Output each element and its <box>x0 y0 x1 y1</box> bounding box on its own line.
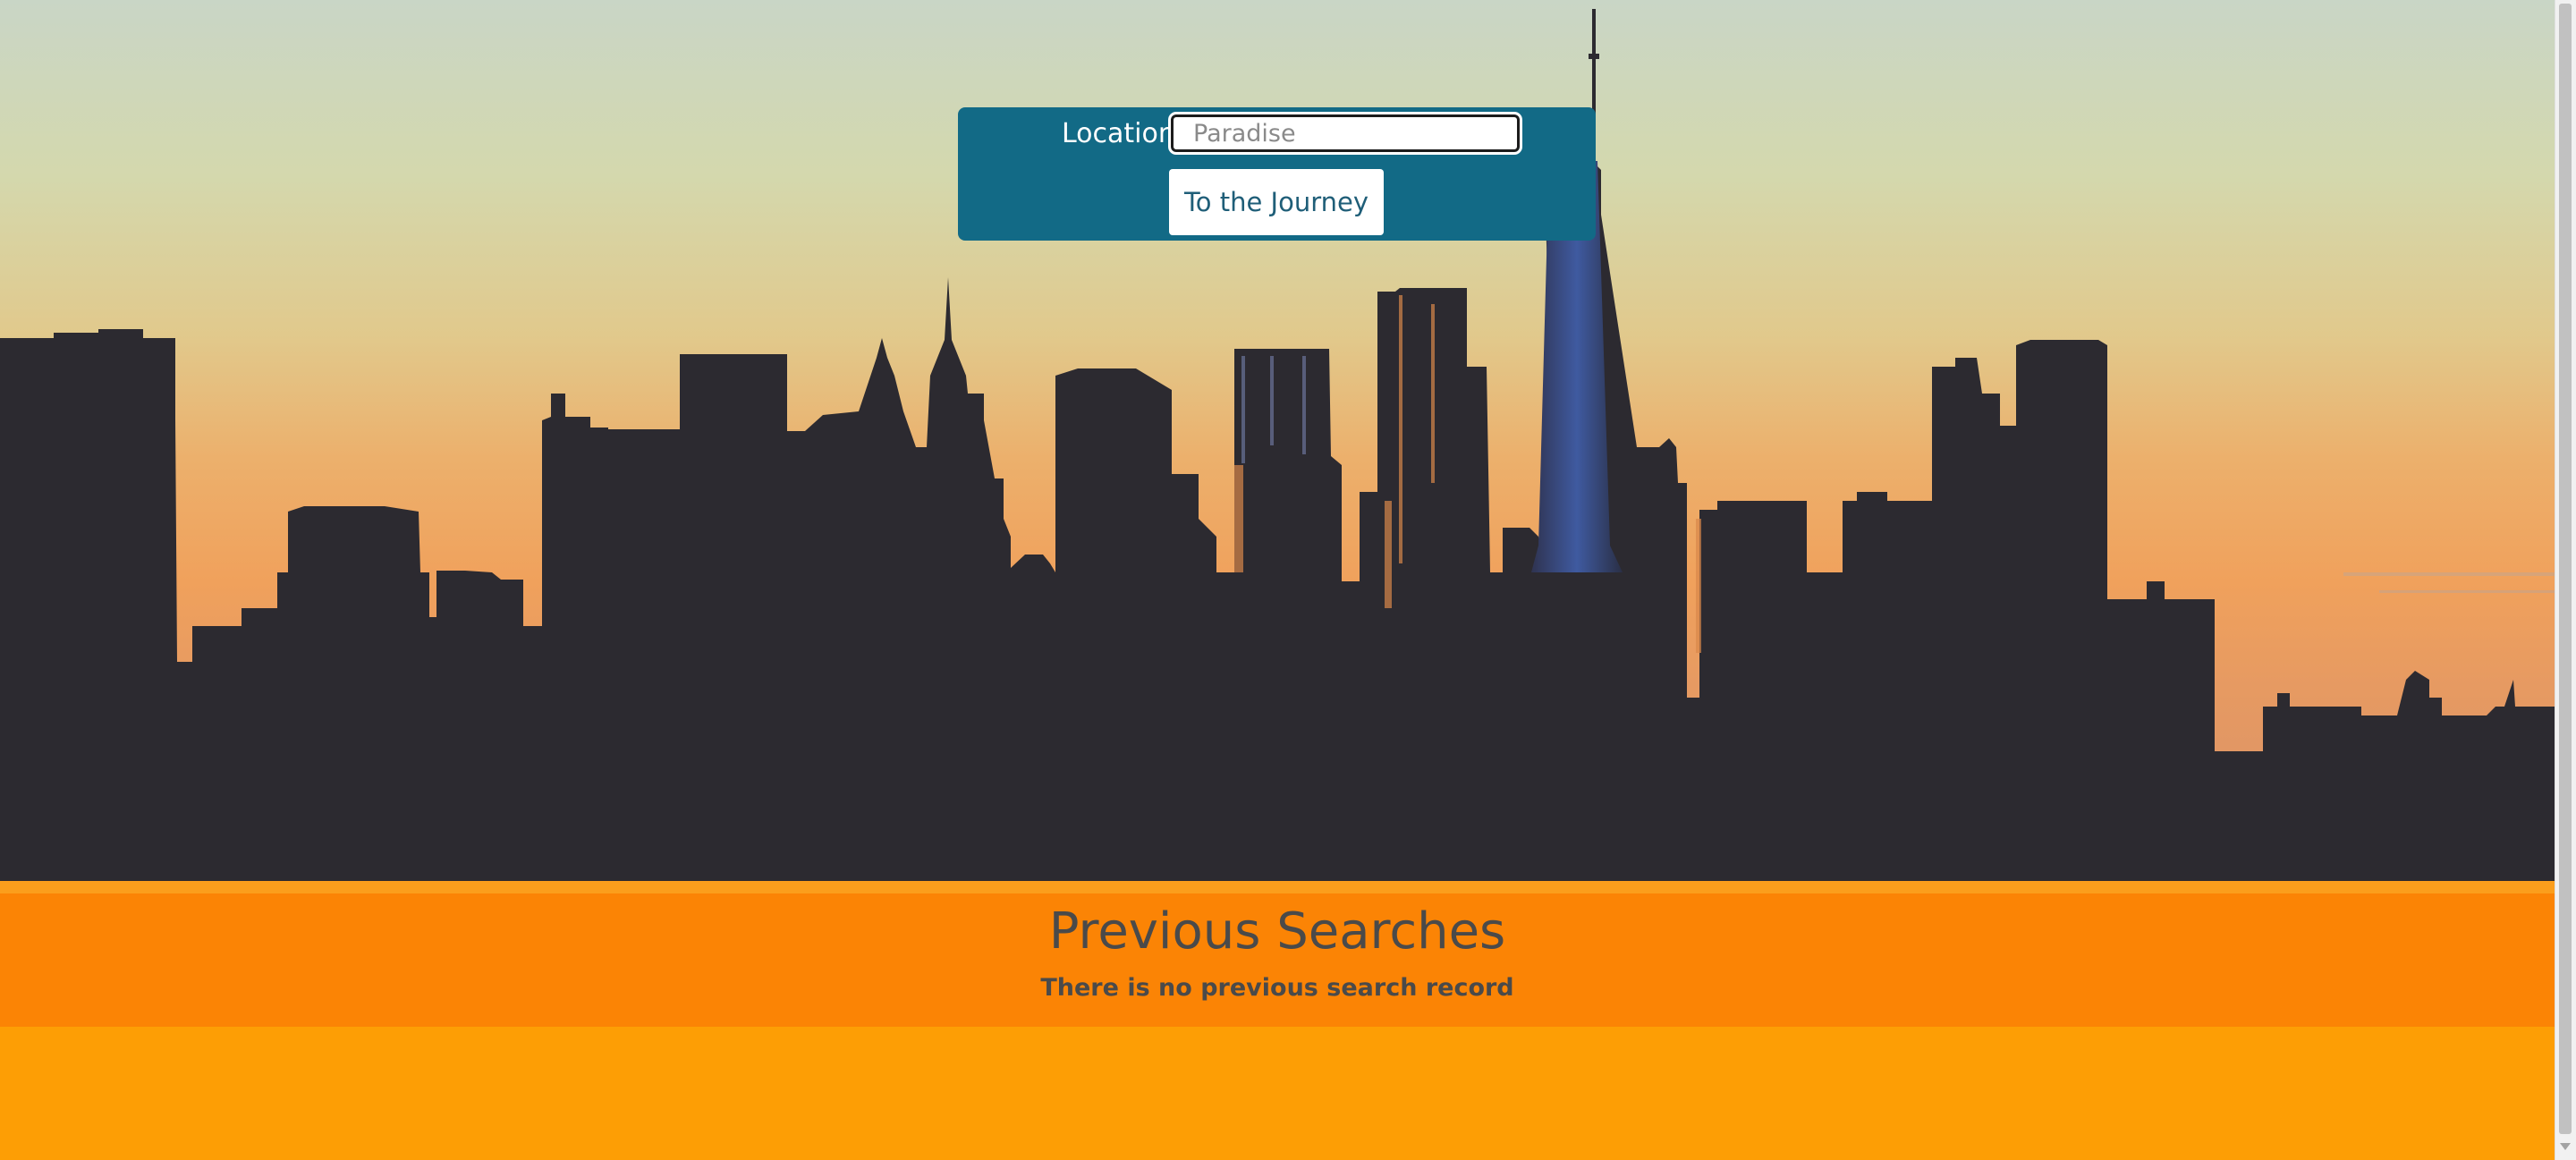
scroll-down-arrow-icon[interactable] <box>2560 1143 2571 1150</box>
footer-band <box>0 1027 2555 1160</box>
location-label: Location <box>1062 118 1175 149</box>
to-the-journey-button[interactable]: To the Journey <box>1169 169 1384 235</box>
search-panel: Location To the Journey <box>958 107 1596 241</box>
page: Location To the Journey Previous Searche… <box>0 0 2576 1160</box>
section-divider <box>0 881 2555 893</box>
empty-history-message: There is no previous search record <box>1040 974 1514 1002</box>
location-input[interactable] <box>1168 112 1522 155</box>
scrollbar-thumb[interactable] <box>2559 4 2572 1134</box>
previous-searches-section: Previous Searches There is no previous s… <box>0 893 2555 1027</box>
vertical-scrollbar[interactable] <box>2555 0 2576 1160</box>
previous-searches-title: Previous Searches <box>1048 902 1506 961</box>
